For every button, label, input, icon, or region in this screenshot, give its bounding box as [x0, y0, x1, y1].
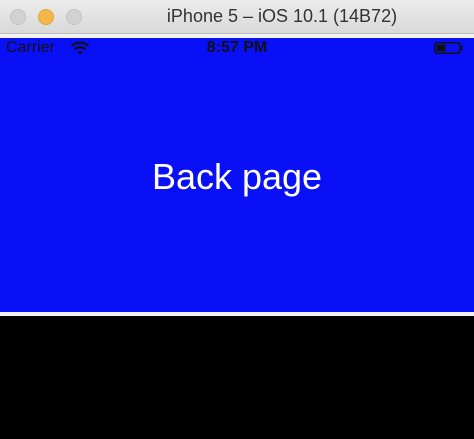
zoom-window-button[interactable] [66, 9, 82, 25]
battery-icon [434, 42, 463, 54]
minimize-window-button[interactable] [38, 9, 54, 25]
status-time: 8:57 PM [206, 39, 268, 56]
device-screen[interactable]: Carrier 8:57 PM Back page [0, 38, 474, 312]
status-bar: Carrier 8:57 PM [0, 38, 474, 58]
lower-screen-area [0, 316, 474, 439]
simulator-window: iPhone 5 – iOS 10.1 (14B72) Carrier 8:57… [0, 0, 474, 439]
close-window-button[interactable] [10, 9, 26, 25]
page-heading: Back page [151, 156, 323, 197]
window-title: iPhone 5 – iOS 10.1 (14B72) [166, 6, 398, 26]
window-titlebar[interactable]: iPhone 5 – iOS 10.1 (14B72) [0, 0, 474, 34]
